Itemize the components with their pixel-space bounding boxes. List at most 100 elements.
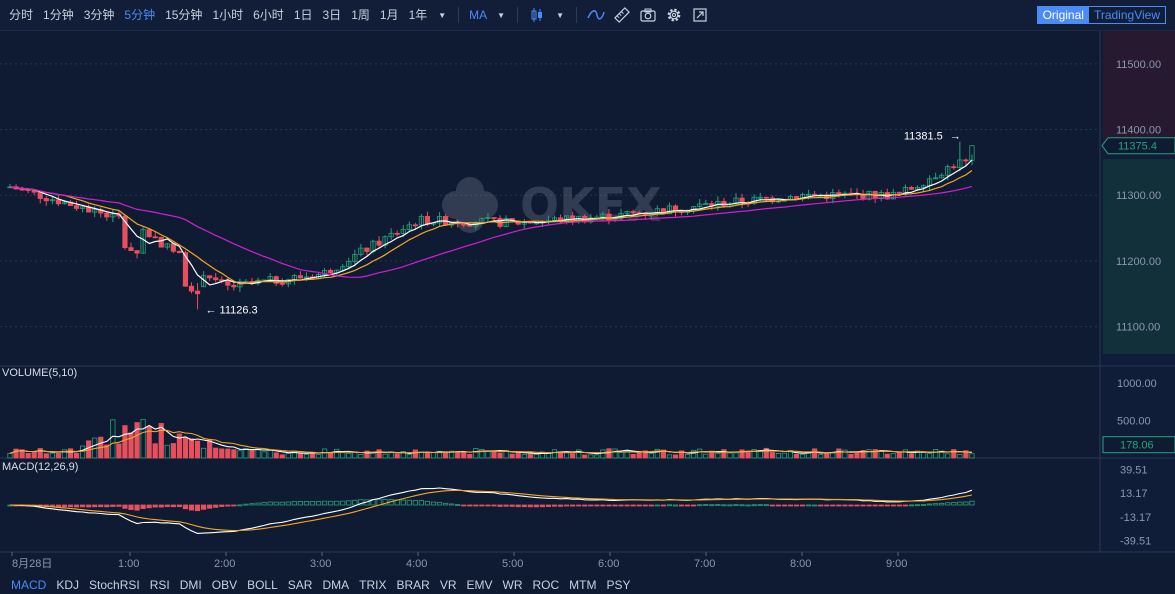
macd-bar bbox=[170, 504, 176, 508]
macd-bar bbox=[878, 504, 884, 507]
indicator-tab-macd[interactable]: MACD bbox=[6, 578, 51, 592]
gear-icon[interactable] bbox=[661, 0, 687, 31]
candle-body bbox=[158, 236, 164, 248]
candle-body bbox=[19, 188, 25, 191]
macd-bar bbox=[624, 504, 630, 507]
candle-body bbox=[606, 213, 612, 221]
macd-bar bbox=[836, 504, 842, 507]
period-tab-4[interactable]: 15分钟 bbox=[160, 0, 207, 31]
candle-type-caret-icon[interactable]: ▼ bbox=[550, 0, 570, 31]
macd-bar bbox=[642, 504, 648, 507]
volume-bar bbox=[793, 453, 800, 459]
indicator-caret-icon[interactable]: ▼ bbox=[491, 0, 511, 31]
line-style-icon[interactable] bbox=[583, 0, 609, 31]
macd-bar bbox=[231, 504, 237, 507]
volume-bar bbox=[769, 452, 775, 459]
macd-bar bbox=[781, 504, 788, 507]
indicator-tab-psy[interactable]: PSY bbox=[602, 578, 636, 592]
indicator-tab-boll[interactable]: BOLL bbox=[242, 578, 283, 592]
period-tab-10[interactable]: 1月 bbox=[375, 0, 404, 31]
chart-area[interactable]: 11500.00 11400.00 11300.00 11200.00 11100.00… bbox=[0, 31, 1175, 575]
indicator-tab-trix[interactable]: TRIX bbox=[354, 578, 391, 592]
indicator-tab-rsi[interactable]: RSI bbox=[145, 578, 175, 592]
volume-bar bbox=[672, 454, 679, 459]
period-tab-9[interactable]: 1周 bbox=[346, 0, 375, 31]
camera-icon[interactable] bbox=[635, 0, 661, 31]
candle-body bbox=[152, 236, 158, 239]
toolbar-divider bbox=[576, 7, 578, 23]
candle-body bbox=[467, 224, 473, 227]
macd-bar bbox=[842, 504, 848, 507]
indicator-tab-sar[interactable]: SAR bbox=[283, 578, 318, 592]
candle-body bbox=[73, 205, 80, 209]
volume-bar bbox=[824, 453, 830, 459]
candle-body bbox=[194, 290, 201, 295]
volume-bar bbox=[55, 453, 62, 459]
volume-bar bbox=[467, 454, 473, 459]
indicator-tabs: MACD KDJ StochRSI RSI DMI OBV BOLL SAR DMA TRIX BR… bbox=[0, 575, 1175, 594]
indicator-tab-emv[interactable]: EMV bbox=[461, 578, 497, 592]
ruler-icon[interactable] bbox=[609, 0, 635, 31]
period-tab-2[interactable]: 3分钟 bbox=[79, 0, 120, 31]
macd-bar bbox=[636, 504, 642, 507]
period-tab-11[interactable]: 1年 bbox=[404, 0, 433, 31]
macd-bar bbox=[793, 504, 800, 507]
macd-tick: 13.17 bbox=[1120, 488, 1148, 500]
volume-tick: 500.00 bbox=[1117, 416, 1151, 428]
macd-bar bbox=[67, 504, 74, 508]
macd-bar bbox=[225, 504, 231, 507]
candle-body bbox=[328, 269, 334, 274]
period-tab-5[interactable]: 1小时 bbox=[207, 0, 248, 31]
macd-bar bbox=[545, 504, 552, 507]
indicator-tab-vr[interactable]: VR bbox=[435, 578, 462, 592]
indicator-tab-mtm[interactable]: MTM bbox=[564, 578, 601, 592]
volume-bar bbox=[812, 448, 818, 459]
indicator-tab-dmi[interactable]: DMI bbox=[175, 578, 207, 592]
price-chart[interactable]: 11500.00 11400.00 11300.00 11200.00 11100.00… bbox=[0, 31, 1175, 575]
period-tab-6[interactable]: 6小时 bbox=[248, 0, 289, 31]
indicator-tab-roc[interactable]: ROC bbox=[528, 578, 565, 592]
volume-current-text: 178.06 bbox=[1120, 440, 1154, 452]
volume-bar bbox=[739, 449, 745, 459]
volume-bar bbox=[461, 451, 467, 459]
indicator-select[interactable]: MA bbox=[465, 0, 491, 31]
candle-body bbox=[43, 198, 49, 202]
period-tab-3[interactable]: 5分钟 bbox=[119, 0, 160, 31]
indicator-tab-wr[interactable]: WR bbox=[498, 578, 528, 592]
volume-bar bbox=[630, 453, 636, 459]
candle-body bbox=[491, 217, 497, 219]
candle-body bbox=[128, 247, 134, 251]
volume-bar bbox=[249, 449, 255, 459]
macd-bar bbox=[594, 504, 600, 507]
macd-bar bbox=[134, 504, 140, 511]
indicator-tab-brar[interactable]: BRAR bbox=[391, 578, 434, 592]
time-label: 6:00 bbox=[598, 558, 619, 570]
period-tab-0[interactable]: 分时 bbox=[4, 0, 38, 31]
volume-bar bbox=[134, 422, 140, 459]
time-label: 1:00 bbox=[118, 558, 139, 570]
fullscreen-icon[interactable] bbox=[687, 0, 713, 31]
period-tab-1[interactable]: 1分钟 bbox=[38, 0, 79, 31]
indicator-tab-dma[interactable]: DMA bbox=[317, 578, 354, 592]
candle-type-icon[interactable] bbox=[524, 0, 550, 31]
indicator-tab-kdj[interactable]: KDJ bbox=[51, 578, 84, 592]
macd-bar bbox=[775, 504, 781, 507]
view-switch: Original TradingView bbox=[1036, 6, 1166, 24]
watermark-text: OKEX bbox=[520, 178, 662, 232]
candle-body bbox=[55, 199, 62, 205]
volume-bar bbox=[884, 453, 890, 459]
macd-bar bbox=[612, 504, 618, 507]
view-original-button[interactable]: Original bbox=[1037, 7, 1089, 23]
indicator-tab-stochrsi[interactable]: StochRSI bbox=[84, 578, 145, 592]
macd-bar bbox=[648, 504, 654, 507]
candle-body bbox=[134, 250, 140, 254]
indicator-tab-obv[interactable]: OBV bbox=[207, 578, 242, 592]
view-tradingview-button[interactable]: TradingView bbox=[1089, 7, 1165, 23]
candle-body bbox=[213, 277, 219, 281]
macd-bar bbox=[497, 504, 503, 507]
macd-bar bbox=[152, 504, 158, 508]
macd-bar bbox=[110, 504, 116, 507]
period-more-caret-icon[interactable]: ▼ bbox=[432, 0, 452, 31]
period-tab-7[interactable]: 1日 bbox=[289, 0, 318, 31]
period-tab-8[interactable]: 3日 bbox=[318, 0, 347, 31]
